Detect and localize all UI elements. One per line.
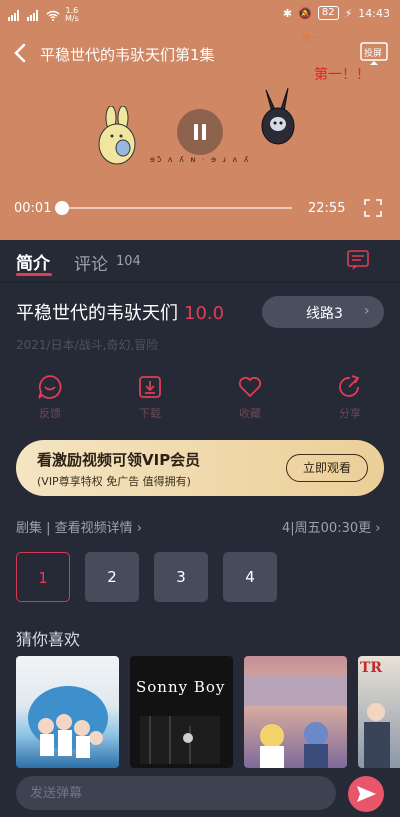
danmaku-input[interactable] bbox=[16, 776, 336, 810]
signal-icon-2 bbox=[27, 9, 38, 21]
tabs-divider bbox=[0, 282, 400, 283]
charging-icon: ⚡ bbox=[344, 6, 353, 20]
signal-icon bbox=[8, 9, 19, 21]
status-bar: 1.6 M/s ✱ 🔕 82 ⚡ 14:43 bbox=[0, 0, 400, 28]
episodes-update-label: 4|周五00:30更 bbox=[282, 521, 372, 536]
wifi-icon bbox=[46, 10, 60, 21]
favorite-button[interactable]: 收藏 bbox=[220, 374, 280, 421]
episodes-update-info[interactable]: 4|周五00:30更 › bbox=[282, 517, 380, 536]
episodes-header[interactable]: 剧集 | 查看视频详情 › bbox=[16, 517, 142, 536]
current-time: 00:01 bbox=[14, 201, 52, 216]
poster-4-title: TR bbox=[360, 660, 383, 676]
download-label: 下载 bbox=[139, 407, 161, 420]
episode-3-button[interactable]: 3 bbox=[154, 552, 208, 602]
vip-title: 看激励视频可领VIP会员 bbox=[37, 451, 201, 469]
download-button[interactable]: 下载 bbox=[120, 374, 180, 421]
recommendation-poster-2[interactable]: Sonny Boy bbox=[130, 656, 233, 768]
tab-intro[interactable]: 简介 bbox=[16, 249, 50, 274]
danmaku-text: 第一！！ bbox=[314, 67, 370, 83]
video-subtitle: ɘɔ̃ ʌ ʎ ɴ · ɘ ɹ ʌ ʎ bbox=[150, 155, 251, 164]
anime-score: 10.0 bbox=[184, 303, 225, 324]
chevron-right-icon: › bbox=[375, 521, 381, 536]
recommendation-poster-1[interactable] bbox=[16, 656, 119, 768]
download-icon bbox=[139, 376, 161, 398]
recommendation-poster-4[interactable]: TR bbox=[358, 656, 400, 768]
rabbit-character-right bbox=[261, 88, 295, 145]
vip-subtitle: (VIP尊享特权 免广告 值得拥有) bbox=[37, 475, 191, 488]
progress-knob[interactable] bbox=[55, 201, 70, 215]
feedback-label: 反馈 bbox=[39, 407, 61, 420]
battery-indicator: 82 bbox=[317, 6, 339, 20]
bottom-bar bbox=[0, 768, 400, 817]
fullscreen-icon[interactable] bbox=[364, 199, 382, 217]
send-icon bbox=[357, 786, 376, 802]
share-label: 分享 bbox=[339, 407, 361, 420]
poster-1-art bbox=[28, 686, 108, 758]
feedback-icon bbox=[38, 375, 62, 399]
video-title: 平稳世代的韦驮天们第1集 bbox=[40, 46, 215, 64]
feedback-button[interactable]: 反馈 bbox=[20, 374, 80, 421]
watch-now-button[interactable]: 立即观看 bbox=[286, 454, 368, 482]
share-button[interactable]: 分享 bbox=[320, 374, 380, 421]
send-button[interactable] bbox=[348, 776, 384, 812]
anime-title-text: 平稳世代的韦驮天们 bbox=[16, 303, 178, 324]
mute-icon: 🔕 bbox=[298, 6, 312, 20]
danmaku-list-icon[interactable] bbox=[346, 249, 370, 271]
anime-meta: 2021/日本/战斗,奇幻,冒险 bbox=[16, 338, 159, 352]
route-select-button[interactable]: 线路3 › bbox=[262, 296, 384, 328]
chevron-right-icon: › bbox=[136, 521, 142, 536]
episode-2-button[interactable]: 2 bbox=[85, 552, 139, 602]
share-icon bbox=[339, 375, 360, 397]
route-label: 线路3 bbox=[306, 306, 343, 322]
recommendation-poster-3[interactable] bbox=[244, 656, 347, 768]
network-speed: 1.6 M/s bbox=[65, 6, 79, 23]
poster-2-art bbox=[140, 716, 220, 764]
danmaku-text-small: 第一 bbox=[302, 34, 321, 44]
heart-icon bbox=[238, 376, 262, 398]
progress-bar[interactable] bbox=[55, 201, 292, 215]
back-icon[interactable] bbox=[10, 42, 32, 64]
chevron-right-icon: › bbox=[364, 303, 370, 319]
poster-2-title: Sonny Boy bbox=[136, 678, 226, 696]
poster-3-art bbox=[244, 676, 347, 768]
tab-active-indicator bbox=[16, 273, 52, 276]
rabbit-character-left bbox=[98, 106, 136, 165]
tab-comments[interactable]: 评论 bbox=[74, 250, 108, 275]
total-time: 22:55 bbox=[308, 201, 346, 216]
episode-4-button[interactable]: 4 bbox=[223, 552, 277, 602]
comments-count: 104 bbox=[116, 254, 141, 269]
episode-1-button[interactable]: 1 bbox=[16, 552, 70, 602]
episodes-header-label: 剧集 | 查看视频详情 bbox=[16, 521, 133, 536]
favorite-label: 收藏 bbox=[239, 407, 261, 420]
anime-title: 平稳世代的韦驮天们 10.0 bbox=[16, 299, 224, 325]
pause-button[interactable] bbox=[177, 109, 223, 155]
clock: 14:43 bbox=[358, 6, 390, 20]
cast-label: 投屏 bbox=[364, 49, 383, 59]
recommendations-title: 猜你喜欢 bbox=[16, 630, 81, 649]
bluetooth-icon: ✱ bbox=[282, 6, 293, 20]
vip-banner[interactable]: 看激励视频可领VIP会员 (VIP尊享特权 免广告 值得拥有) 立即观看 bbox=[16, 440, 384, 496]
video-player[interactable]: 平稳世代的韦驮天们第1集 第一 投屏 第一！！ ɘɔ̃ ʌ ʎ ɴ · ɘ ɹ … bbox=[0, 28, 400, 240]
